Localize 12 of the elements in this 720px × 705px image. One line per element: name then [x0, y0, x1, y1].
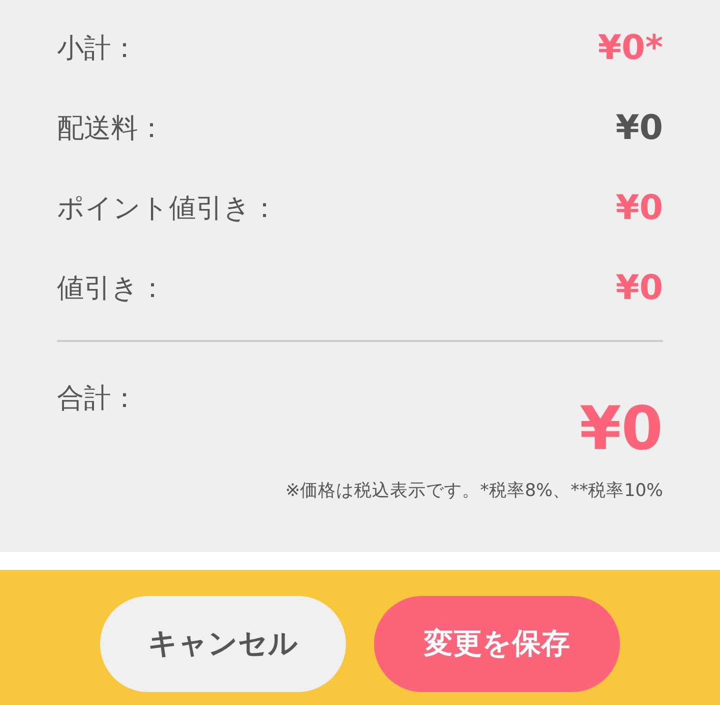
- summary-label: 値引き：: [57, 272, 166, 306]
- summary-value: ¥0: [616, 108, 663, 148]
- cancel-button[interactable]: キャンセル: [100, 596, 346, 692]
- summary-value: ¥0: [616, 188, 663, 228]
- summary-value: ¥0*: [598, 28, 663, 68]
- summary-label: ポイント値引き：: [57, 192, 278, 226]
- summary-label: 小計：: [57, 32, 138, 66]
- total-value: ¥0: [580, 394, 663, 464]
- total-label: 合計：: [57, 382, 138, 416]
- tax-note: ※価格は税込表示です。*税率8%、**税率10%: [285, 480, 663, 502]
- summary-label: 配送料：: [57, 112, 165, 146]
- summary-value: ¥0: [616, 268, 663, 308]
